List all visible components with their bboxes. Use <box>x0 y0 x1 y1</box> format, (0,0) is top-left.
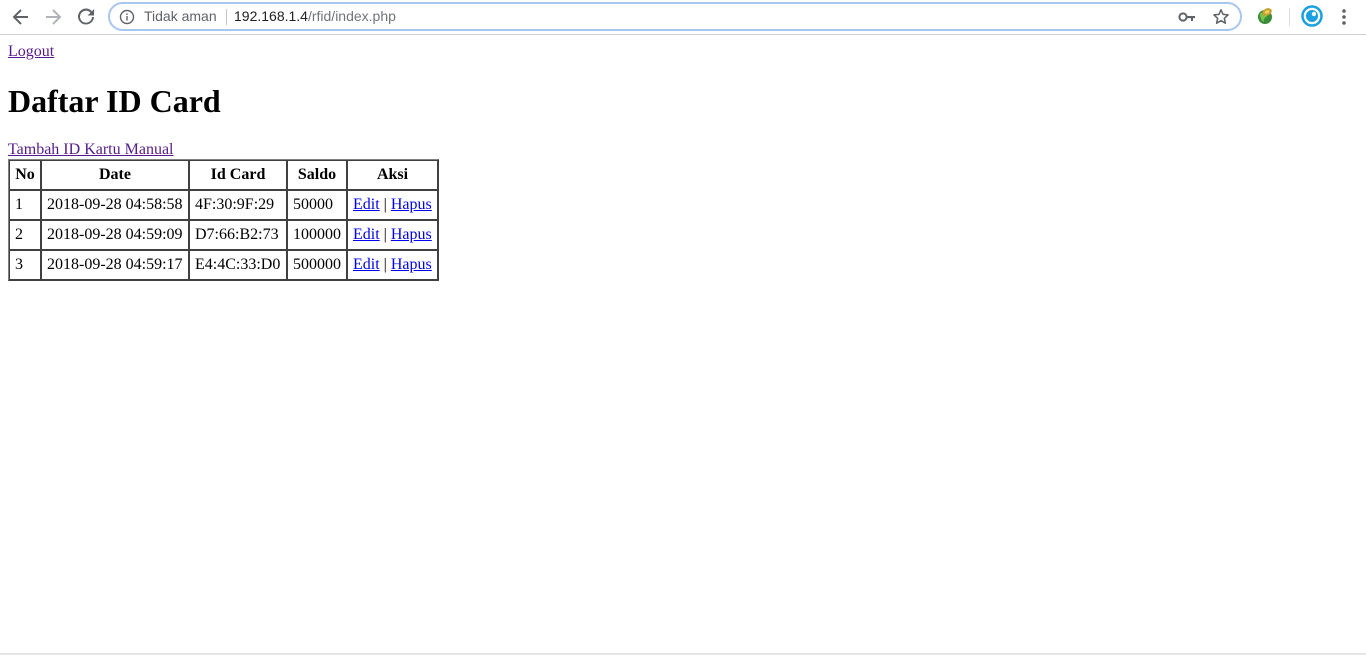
toolbar-divider <box>1289 8 1290 26</box>
edit-link[interactable]: Edit <box>353 226 380 243</box>
edit-link[interactable]: Edit <box>353 196 380 213</box>
kebab-menu-icon[interactable] <box>1336 6 1352 28</box>
header-no: No <box>9 160 41 190</box>
reload-button[interactable] <box>74 5 98 29</box>
cell-saldo: 100000 <box>287 220 347 250</box>
info-icon[interactable] <box>119 9 135 25</box>
logout-link[interactable]: Logout <box>8 43 54 61</box>
browser-toolbar: Tidak aman 192.168.1.4/rfid/index.php <box>0 0 1366 35</box>
reload-icon <box>78 8 94 25</box>
cell-id-card: 4F:30:9F:29 <box>189 190 287 220</box>
cell-date: 2018-09-28 04:58:58 <box>41 190 189 220</box>
cell-date: 2018-09-28 04:59:09 <box>41 220 189 250</box>
cell-saldo: 50000 <box>287 190 347 220</box>
cell-actions: Edit | Hapus <box>347 220 438 250</box>
circle-extension-icon[interactable] <box>1301 5 1323 27</box>
page-title: Daftar ID Card <box>8 83 221 119</box>
cell-id-card: E4:4C:33:D0 <box>189 250 287 280</box>
header-date: Date <box>41 160 189 190</box>
cell-saldo: 500000 <box>287 250 347 280</box>
arrow-left-icon <box>12 9 28 25</box>
table-row: 3 2018-09-28 04:59:17 E4:4C:33:D0 500000… <box>9 250 438 280</box>
header-saldo: Saldo <box>287 160 347 190</box>
header-aksi: Aksi <box>347 160 438 190</box>
url-host: 192.168.1.4 <box>234 8 308 24</box>
cell-actions: Edit | Hapus <box>347 190 438 220</box>
table-row: 1 2018-09-28 04:58:58 4F:30:9F:29 50000 … <box>9 190 438 220</box>
cell-no: 1 <box>9 190 41 220</box>
star-icon[interactable] <box>1212 8 1230 26</box>
action-separator: | <box>383 226 387 243</box>
table-header-row: No Date Id Card Saldo Aksi <box>9 160 438 190</box>
id-card-table: No Date Id Card Saldo Aksi 1 2018-09-28 … <box>8 159 439 281</box>
delete-link[interactable]: Hapus <box>391 196 432 213</box>
forward-button[interactable] <box>41 5 65 29</box>
cell-actions: Edit | Hapus <box>347 250 438 280</box>
edit-link[interactable]: Edit <box>353 256 380 273</box>
key-icon[interactable] <box>1178 9 1196 25</box>
address-bar[interactable]: Tidak aman 192.168.1.4/rfid/index.php <box>108 2 1242 31</box>
url-text[interactable]: 192.168.1.4/rfid/index.php <box>234 8 396 25</box>
header-id-card: Id Card <box>189 160 287 190</box>
action-separator: | <box>383 256 387 273</box>
cell-id-card: D7:66:B2:73 <box>189 220 287 250</box>
url-path: /rfid/index.php <box>307 8 396 24</box>
security-status-label[interactable]: Tidak aman <box>144 8 217 25</box>
delete-link[interactable]: Hapus <box>391 256 432 273</box>
action-separator: | <box>383 196 387 213</box>
cell-date: 2018-09-28 04:59:17 <box>41 250 189 280</box>
cell-no: 3 <box>9 250 41 280</box>
address-separator <box>226 9 227 25</box>
globe-extension-icon[interactable] <box>1255 6 1275 26</box>
table-row: 2 2018-09-28 04:59:09 D7:66:B2:73 100000… <box>9 220 438 250</box>
back-button[interactable] <box>9 5 33 29</box>
add-card-link[interactable]: Tambah ID Kartu Manual <box>8 141 174 159</box>
arrow-right-icon <box>46 9 62 25</box>
cell-no: 2 <box>9 220 41 250</box>
delete-link[interactable]: Hapus <box>391 226 432 243</box>
